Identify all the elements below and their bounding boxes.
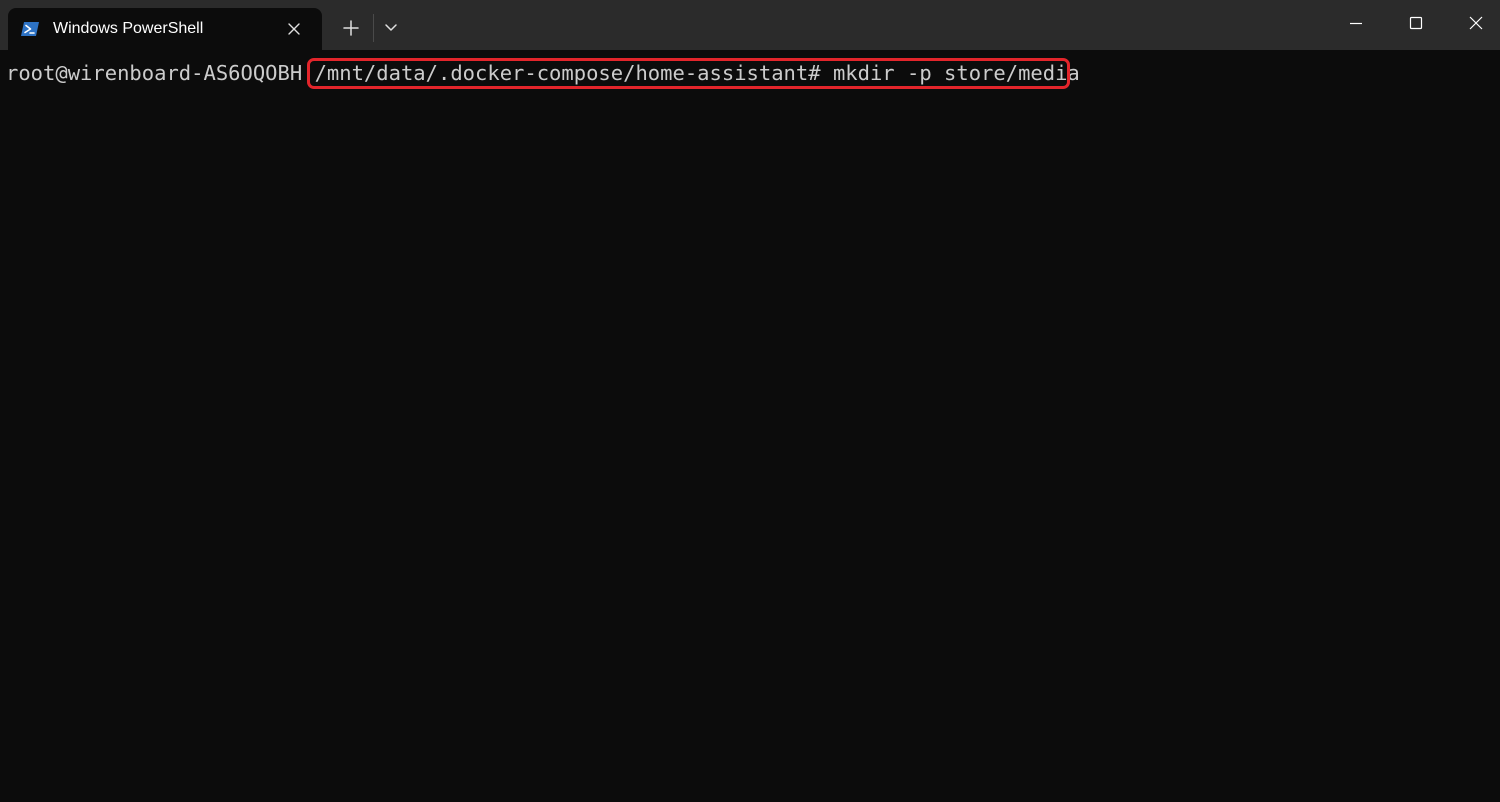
prompt-symbol: # xyxy=(808,61,833,85)
chevron-down-icon[interactable] xyxy=(376,12,406,44)
title-bar: Windows PowerShell xyxy=(0,0,1500,50)
prompt-user-host: root@wirenboard-AS6OQOBH: xyxy=(6,61,315,85)
close-tab-icon[interactable] xyxy=(282,17,306,41)
plus-icon[interactable] xyxy=(333,12,369,44)
minimize-button[interactable] xyxy=(1326,0,1386,46)
maximize-icon xyxy=(1409,16,1423,30)
terminal-line: root@wirenboard-AS6OQOBH:/mnt/data/.dock… xyxy=(6,60,1090,86)
close-icon xyxy=(1469,16,1483,30)
powershell-icon xyxy=(20,19,40,39)
maximize-button[interactable] xyxy=(1386,0,1446,46)
terminal-window: Windows PowerShell root@wirenboard-AS6OQ… xyxy=(0,0,1500,802)
tab-title: Windows PowerShell xyxy=(53,20,204,37)
tab-separator xyxy=(373,14,374,42)
prompt-path: /mnt/data/.docker-compose/home-assistant xyxy=(314,61,809,85)
terminal-area[interactable]: root@wirenboard-AS6OQOBH:/mnt/data/.dock… xyxy=(0,50,1500,802)
tab-windows-powershell[interactable]: Windows PowerShell xyxy=(8,8,322,50)
command-text: mkdir -p store/media xyxy=(832,61,1080,85)
text-cursor xyxy=(1080,62,1090,84)
close-window-button[interactable] xyxy=(1446,0,1500,46)
minimize-icon xyxy=(1350,22,1362,25)
